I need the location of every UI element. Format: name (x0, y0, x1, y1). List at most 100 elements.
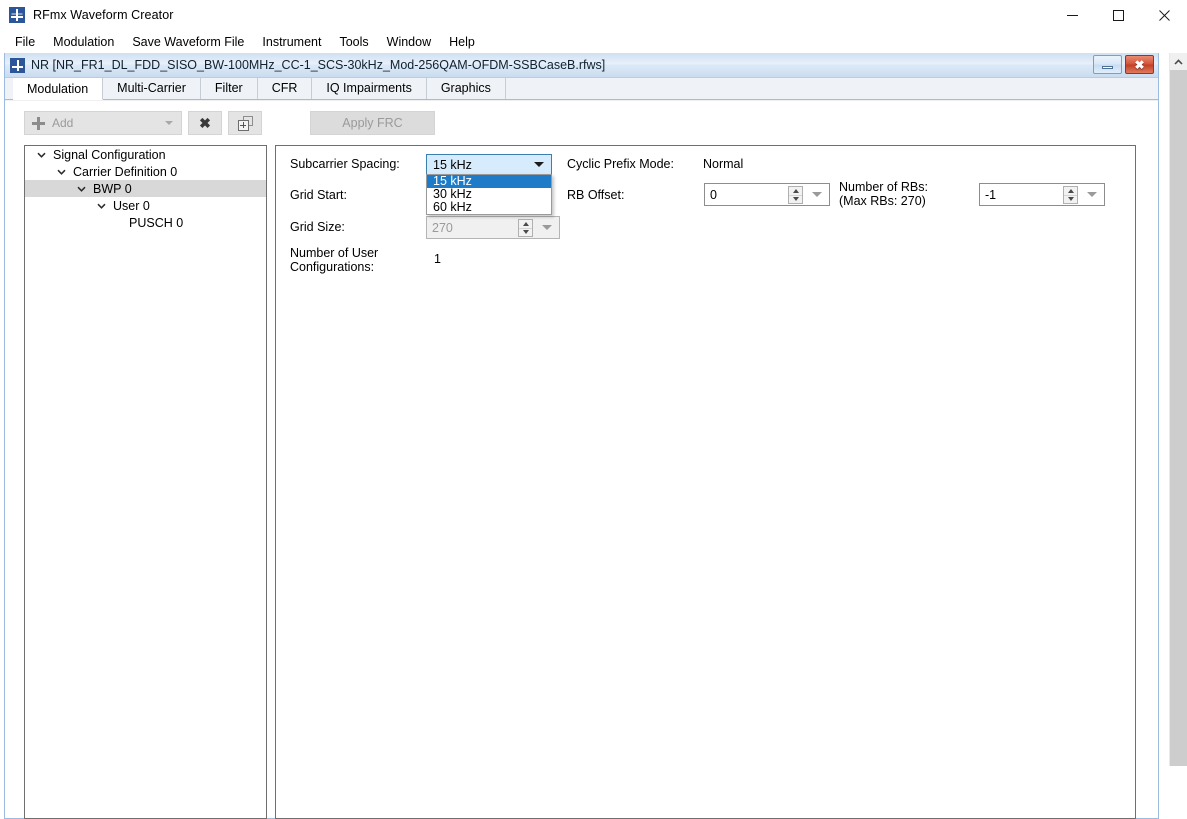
subcarrier-spacing-value: 15 kHz (433, 157, 472, 172)
child-window-title: NR [NR_FR1_DL_FDD_SISO_BW-100MHz_CC-1_SC… (31, 58, 606, 72)
menu-item-modulation[interactable]: Modulation (44, 33, 123, 51)
number-of-rbs-spinner-up[interactable] (1064, 187, 1077, 196)
subcarrier-spacing-combobox[interactable]: 15 kHz (426, 154, 552, 175)
minimize-icon (1102, 66, 1113, 69)
minimize-button[interactable] (1049, 0, 1095, 30)
maximize-icon (1112, 9, 1124, 21)
duplicate-button[interactable] (228, 111, 262, 135)
number-of-user-configurations-label-line2: Configurations: (290, 260, 375, 274)
menu-item-save-waveform-file[interactable]: Save Waveform File (123, 33, 253, 51)
tree-node-label: Signal Configuration (53, 147, 166, 162)
close-icon: ✖ (199, 115, 211, 131)
menu-item-instrument[interactable]: Instrument (253, 33, 330, 51)
waveform-document-icon (10, 57, 25, 73)
configuration-toolbar: Add ✖ Apply FRC (24, 111, 435, 135)
grid-size-label: Grid Size: (290, 220, 345, 234)
tree-node-label: PUSCH 0 (129, 215, 184, 230)
number-of-rbs-spinner-down[interactable] (1064, 196, 1077, 204)
apply-frc-button[interactable]: Apply FRC (310, 111, 435, 135)
add-button[interactable]: Add (24, 111, 182, 135)
spinner-up-icon (792, 188, 799, 193)
tree-node-label: Carrier Definition 0 (73, 164, 178, 179)
grid-start-label: Grid Start: (290, 188, 347, 202)
close-icon (1158, 9, 1170, 21)
bwp-settings-panel: Subcarrier Spacing: Grid Start: Grid Siz… (275, 145, 1136, 819)
minimize-icon (1066, 14, 1078, 16)
menu-item-help[interactable]: Help (440, 33, 484, 51)
tab-filter[interactable]: Filter (201, 77, 258, 99)
tree-node-carrier-definition-0[interactable]: Carrier Definition 0 (25, 163, 266, 180)
grid-size-spinner (518, 219, 533, 237)
tree-node-label: User 0 (113, 198, 150, 213)
chevron-down-icon[interactable] (73, 186, 89, 192)
maximize-button[interactable] (1095, 0, 1141, 30)
tab-iq-impairments[interactable]: IQ Impairments (312, 77, 427, 99)
app-titlebar: RFmx Waveform Creator (0, 0, 1187, 30)
number-of-rbs-spinner[interactable] (1063, 186, 1078, 204)
menu-item-tools[interactable]: Tools (330, 33, 377, 51)
menu-item-window[interactable]: Window (378, 33, 440, 51)
tab-modulation[interactable]: Modulation (13, 78, 104, 100)
subcarrier-spacing-dropdown-list[interactable]: 15 kHz 30 kHz 60 kHz (426, 174, 552, 215)
chevron-down-icon[interactable] (534, 162, 544, 167)
number-of-user-configurations-value: 1 (434, 252, 441, 266)
add-button-label: Add (52, 116, 74, 130)
chevron-down-icon (542, 225, 552, 230)
spinner-down-icon (522, 230, 529, 235)
tree-node-pusch-0[interactable]: PUSCH 0 (25, 214, 266, 231)
tree-node-signal-configuration[interactable]: Signal Configuration (25, 146, 266, 163)
window-controls (1049, 0, 1187, 30)
mdi-child-window: NR [NR_FR1_DL_FDD_SISO_BW-100MHz_CC-1_SC… (4, 53, 1159, 819)
number-of-rbs-value: -1 (985, 187, 997, 202)
menu-item-file[interactable]: File (6, 33, 44, 51)
grid-size-field: 270 (426, 216, 560, 239)
rb-offset-label: RB Offset: (567, 188, 625, 202)
rb-offset-spinner-up[interactable] (789, 187, 802, 196)
rb-offset-spinner[interactable] (788, 186, 803, 204)
signal-configuration-tree[interactable]: Signal Configuration Carrier Definition … (24, 145, 267, 819)
tab-graphics[interactable]: Graphics (427, 77, 506, 99)
number-of-user-configurations-label-line1: Number of User (290, 246, 379, 260)
chevron-down-icon[interactable] (53, 169, 69, 175)
app-title: RFmx Waveform Creator (33, 8, 174, 22)
rb-offset-field[interactable]: 0 (704, 183, 830, 206)
menu-bar: File Modulation Save Waveform File Instr… (0, 30, 1187, 53)
duplicate-icon (237, 115, 253, 131)
spinner-up-icon (1067, 188, 1074, 193)
grid-size-value: 270 (432, 220, 453, 235)
delete-button[interactable]: ✖ (188, 111, 222, 135)
chevron-down-icon[interactable] (812, 192, 822, 197)
chevron-down-icon[interactable] (1087, 192, 1097, 197)
chevron-up-icon (1174, 58, 1183, 65)
spinner-down-icon (792, 197, 799, 202)
tree-node-bwp-0[interactable]: BWP 0 (25, 180, 266, 197)
child-minimize-button[interactable] (1093, 55, 1122, 74)
scrollbar-up-button[interactable] (1170, 53, 1187, 70)
mdi-client-area: NR [NR_FR1_DL_FDD_SISO_BW-100MHz_CC-1_SC… (0, 53, 1187, 819)
number-of-rbs-field[interactable]: -1 (979, 183, 1105, 206)
child-window-controls: ✖ (1093, 55, 1154, 74)
tab-multi-carrier[interactable]: Multi-Carrier (103, 77, 201, 99)
tab-strip: Modulation Multi-Carrier Filter CFR IQ I… (5, 77, 1158, 100)
rb-offset-spinner-down[interactable] (789, 196, 802, 204)
child-window-titlebar[interactable]: NR [NR_FR1_DL_FDD_SISO_BW-100MHz_CC-1_SC… (5, 53, 1158, 78)
tab-cfr[interactable]: CFR (258, 77, 313, 99)
tree-node-user-0[interactable]: User 0 (25, 197, 266, 214)
mdi-vertical-scrollbar[interactable] (1169, 53, 1187, 766)
dropdown-option-60-khz[interactable]: 60 kHz (427, 201, 551, 214)
rb-offset-value: 0 (710, 187, 717, 202)
spinner-down-icon (1067, 197, 1074, 202)
child-close-button[interactable]: ✖ (1125, 55, 1154, 74)
number-of-rbs-label-line2: (Max RBs: 270) (839, 194, 926, 208)
close-button[interactable] (1141, 0, 1187, 30)
plus-icon (32, 116, 45, 130)
spinner-up-icon (522, 221, 529, 226)
cyclic-prefix-mode-label: Cyclic Prefix Mode: (567, 157, 674, 171)
cyclic-prefix-mode-value: Normal (703, 157, 744, 171)
waveform-app-icon (9, 7, 25, 23)
chevron-down-icon[interactable] (33, 152, 49, 158)
tree-node-label: BWP 0 (93, 181, 132, 196)
modulation-tab-panel: Add ✖ Apply FRC Signal Configuration Car… (5, 101, 1158, 819)
chevron-down-icon[interactable] (93, 203, 109, 209)
scrollbar-track[interactable] (1170, 70, 1187, 766)
